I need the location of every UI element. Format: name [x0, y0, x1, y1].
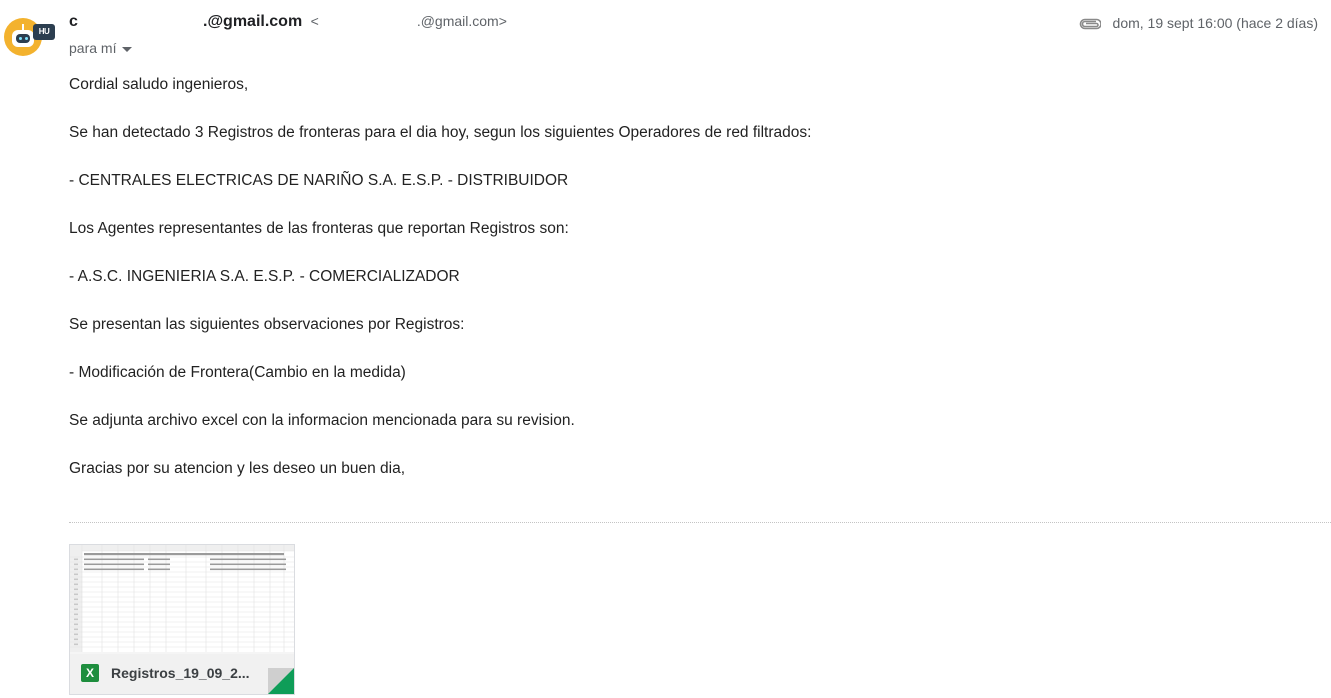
attachment-clip-icon — [1079, 18, 1101, 30]
body-line: - Modificación de Frontera(Cambio en la … — [69, 364, 406, 381]
sender-name-redacted: c — [69, 13, 78, 30]
file-type-corner-icon — [268, 668, 294, 694]
robot-eye-icon — [19, 37, 22, 40]
spreadsheet-preview-icon — [70, 545, 294, 652]
recipient-details-toggle[interactable]: para mí — [69, 40, 133, 56]
attachments-divider — [69, 522, 1331, 523]
message-date: dom, 19 sept 16:00 (hace 2 días) — [1079, 15, 1318, 31]
attachment-card[interactable]: X Registros_19_09_2... — [69, 544, 295, 695]
date-text: dom, 19 sept 16:00 (hace 2 días) — [1112, 15, 1318, 31]
body-line: - A.S.C. INGENIERIA S.A. E.S.P. - COMERC… — [69, 268, 460, 285]
body-line: Cordial saludo ingenieros, — [69, 76, 249, 93]
sender-email-suffix: .@gmail.com> — [416, 13, 507, 29]
body-line: Gracias por su atencion y les deseo un b… — [69, 460, 406, 477]
excel-icon: X — [81, 664, 99, 682]
robot-eye-icon — [25, 37, 28, 40]
attachment-thumbnail[interactable] — [70, 545, 294, 652]
body-line: Se han detectado 3 Registros de frontera… — [69, 124, 812, 141]
body-line: - CENTRALES ELECTRICAS DE NARIÑO S.A. E.… — [69, 172, 569, 189]
message-body: Cordial saludo ingenieros, Se han detect… — [69, 76, 811, 508]
sender-row: c .@gmail.com < .@gmail.com> — [69, 13, 507, 35]
sender-name-suffix: .@gmail.com — [203, 13, 303, 30]
attachment-file-name[interactable]: Registros_19_09_2... — [111, 665, 250, 681]
sender-name[interactable]: c .@gmail.com — [69, 13, 307, 30]
body-line: Se adjunta archivo excel con la informac… — [69, 412, 575, 429]
sender-email: < .@gmail.com> — [311, 13, 507, 29]
attachment-footer[interactable]: X Registros_19_09_2... — [70, 654, 294, 694]
chevron-down-icon[interactable] — [122, 46, 133, 52]
body-line: Se presentan las siguientes observacione… — [69, 316, 465, 333]
body-line: Los Agentes representantes de las fronte… — [69, 220, 569, 237]
avatar-badge: HU — [33, 24, 55, 40]
recipient-label: para mí — [69, 40, 117, 56]
sender-email-open: < — [310, 13, 319, 29]
